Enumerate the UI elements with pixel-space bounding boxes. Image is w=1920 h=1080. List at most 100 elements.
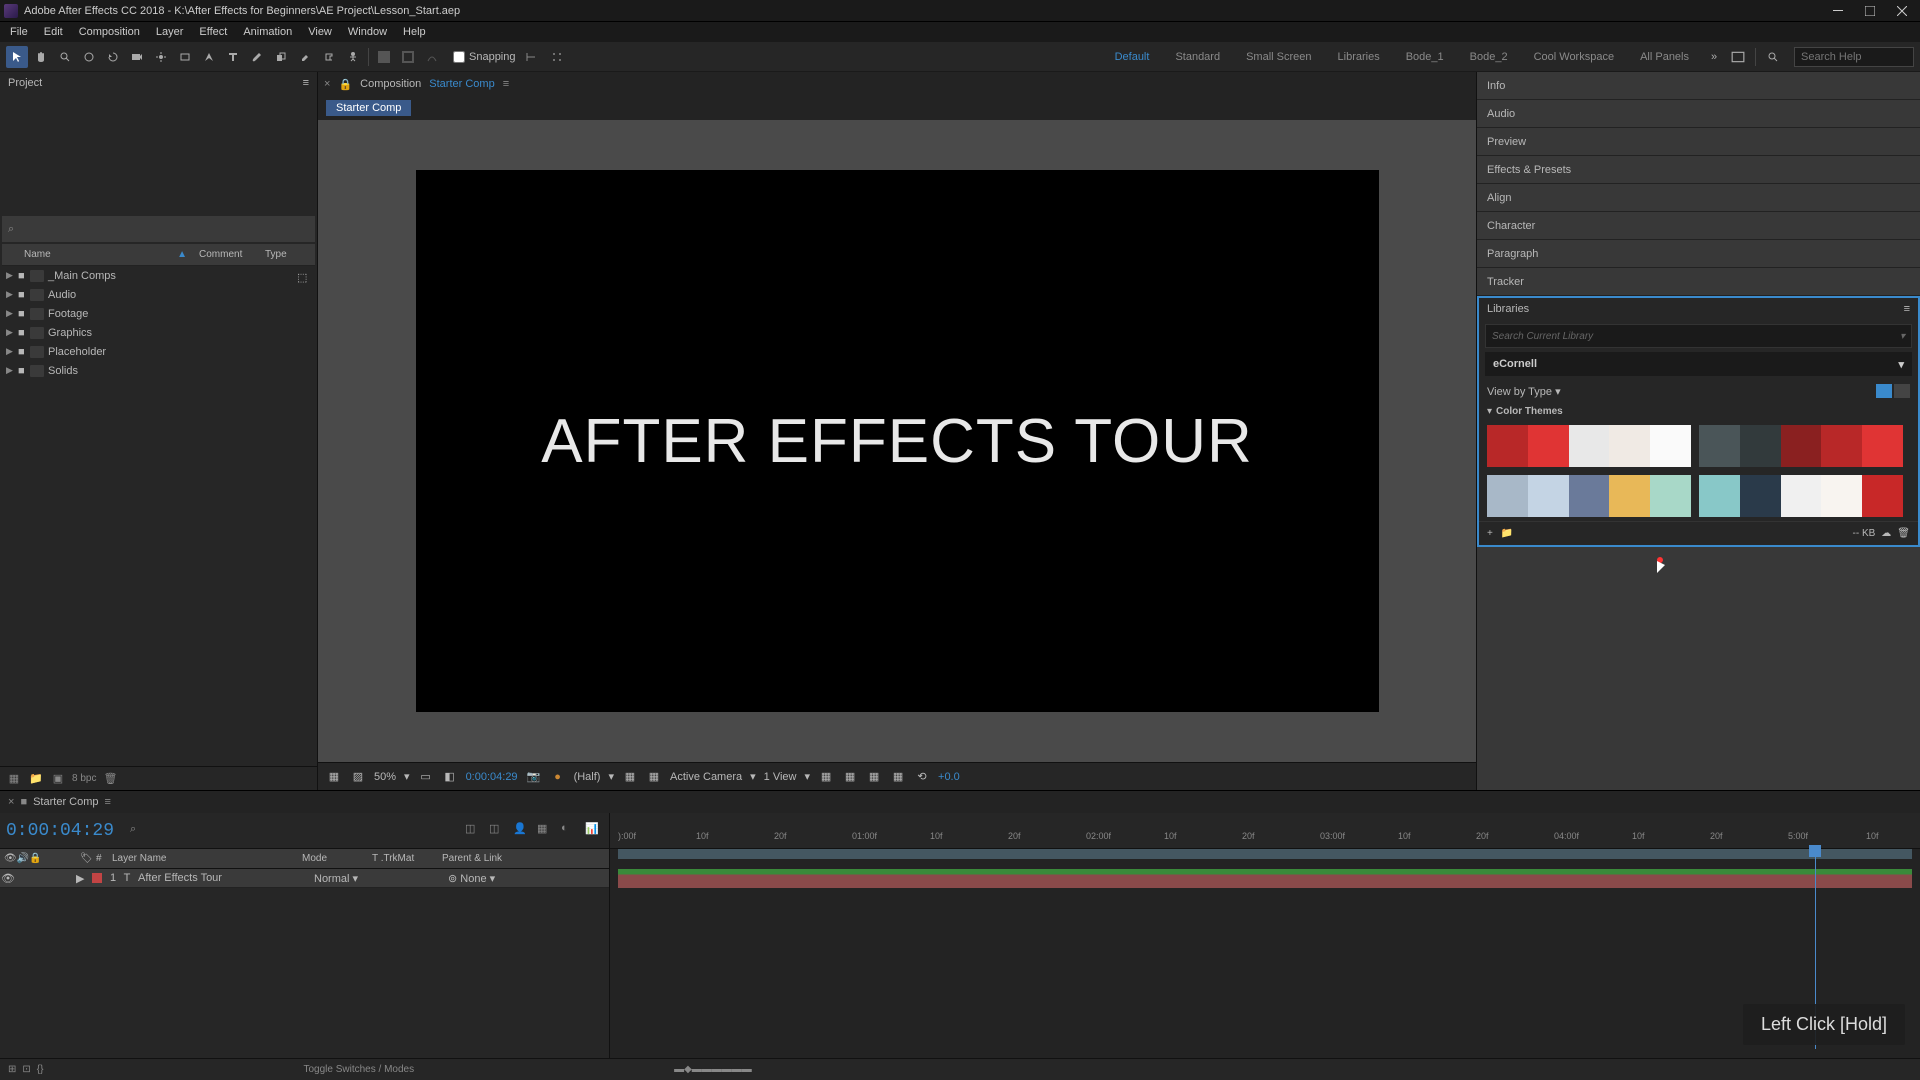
new-comp-icon[interactable]: ▣ [50,771,66,787]
always-preview-icon[interactable]: ▦ [326,769,342,785]
workspace-standard[interactable]: Standard [1163,47,1232,67]
channel-icon[interactable]: ● [550,769,566,785]
shy-icon[interactable]: 👤 [513,822,531,840]
panel-tracker[interactable]: Tracker [1477,268,1920,296]
panel-menu-icon[interactable]: ≡ [303,77,309,89]
flowchart-tab[interactable]: Starter Comp [326,100,411,116]
menu-layer[interactable]: Layer [148,24,192,40]
selection-tool[interactable] [6,46,28,68]
snapping-checkbox[interactable] [453,51,465,63]
shape-fill-icon[interactable] [373,46,395,68]
snap-point-icon[interactable] [546,46,568,68]
close-button[interactable] [1888,1,1916,21]
zoom-dropdown-icon[interactable]: ▾ [404,770,410,783]
lock-icon[interactable]: ■ [20,796,27,808]
expand-icon[interactable]: ⊡ [22,1064,30,1075]
th-trkmat[interactable]: T .TrkMat [368,853,438,864]
av-toggle-icons[interactable]: 👁🔊🔒 [4,853,42,864]
close-tab-icon[interactable]: × [8,796,14,808]
panel-preview[interactable]: Preview [1477,128,1920,156]
search-icon[interactable]: ⌕ [130,823,146,839]
layer-color-label[interactable] [92,873,102,883]
zoom-tool[interactable] [54,46,76,68]
workspace Libraries[interactable]: Libraries [1326,47,1392,67]
view-count[interactable]: 1 View [764,771,797,783]
snap-edge-icon[interactable] [520,46,542,68]
collapse-icon[interactable]: ▾ [1487,406,1492,417]
menu-animation[interactable]: Animation [235,24,300,40]
pan-behind-tool[interactable] [150,46,172,68]
zoom-slider[interactable]: ▬◆▬▬▬▬▬▬ [674,1064,752,1075]
camera-dropdown-icon[interactable]: ▾ [750,770,756,783]
brush-tool[interactable] [246,46,268,68]
flowchart-icon[interactable]: ▦ [890,769,906,785]
add-content-icon[interactable]: + [1487,528,1493,539]
project-col-comment[interactable]: Comment [193,249,259,260]
th-mode[interactable]: Mode [298,853,368,864]
search-icon[interactable]: ⌕ [8,223,14,236]
list-view-icon[interactable] [1894,384,1910,398]
timeline-icon[interactable]: ▦ [866,769,882,785]
shape-bezier-icon[interactable] [421,46,443,68]
visibility-toggle[interactable]: 👁 [0,872,16,885]
project-item[interactable]: ▶■Graphics [0,323,317,342]
draft3d-icon[interactable]: ◫ [489,822,507,840]
library-selector[interactable]: eCornell ▾ [1485,352,1912,376]
tab-menu-icon[interactable]: ≡ [105,796,111,808]
menu-effect[interactable]: Effect [191,24,235,40]
view-dropdown-icon[interactable]: ▾ [804,770,810,783]
menu-window[interactable]: Window [340,24,395,40]
project-col-name[interactable]: Name ▲ [18,249,193,260]
swatch-icon[interactable]: ⬚ [297,271,307,281]
close-tab-icon[interactable]: × [324,78,330,90]
layer-duration-bar[interactable] [618,869,1912,888]
roto-tool[interactable] [318,46,340,68]
frameblend-icon[interactable]: ▦ [537,822,555,840]
timeline-tab[interactable]: Starter Comp [33,796,98,808]
pen-tool[interactable] [198,46,220,68]
delete-icon[interactable]: 🗑 [1897,528,1910,539]
resolution-label[interactable]: (Half) [574,771,601,783]
panel-audio[interactable]: Audio [1477,100,1920,128]
new-folder-icon[interactable]: 📁 [28,771,44,787]
tab-menu-icon[interactable]: ≡ [503,78,509,90]
panel-character[interactable]: Character [1477,212,1920,240]
layer-mode[interactable]: Normal ▾ [314,872,384,885]
delete-icon[interactable]: 🗑 [102,771,118,787]
composition-name[interactable]: Starter Comp [429,78,494,90]
th-layer-name[interactable]: Layer Name [108,853,298,864]
timeline-ruler[interactable]: ):00f10f20f01:00f10f20f02:00f10f20f03:00… [610,813,1920,849]
project-item[interactable]: ▶■Placeholder [0,342,317,361]
composition-canvas[interactable]: AFTER EFFECTS TOUR [416,170,1379,712]
fastdraft-icon[interactable]: ▦ [622,769,638,785]
exposure-value[interactable]: +0.0 [938,771,960,783]
menu-view[interactable]: View [300,24,340,40]
workspace-smallscreen[interactable]: Small Screen [1234,47,1323,67]
menu-edit[interactable]: Edit [36,24,71,40]
workspace-overflow-icon[interactable]: » [1703,46,1725,68]
project-bpc[interactable]: 8 bpc [72,773,96,784]
lock-icon[interactable]: 🔒 [338,78,352,91]
clone-tool[interactable] [270,46,292,68]
comp-mini-flowchart-icon[interactable]: ◫ [465,822,483,840]
panel-align[interactable]: Align [1477,184,1920,212]
search-help-input[interactable] [1794,47,1914,67]
zoom-level[interactable]: 50% [374,771,396,783]
project-item[interactable]: ▶■_Main Comps⬚ [0,266,317,285]
library-search-input[interactable]: Search Current Library ▾ [1485,324,1912,348]
workspace-allpanels[interactable]: All Panels [1628,47,1701,67]
project-col-type[interactable]: Type [259,249,315,260]
workspace-bode2[interactable]: Bode_2 [1458,47,1520,67]
puppet-tool[interactable] [342,46,364,68]
shape-stroke-icon[interactable] [397,46,419,68]
orbit-tool[interactable] [78,46,100,68]
motionblur-icon[interactable]: ◐ [561,822,579,840]
graph-editor-icon[interactable]: 📊 [585,822,603,840]
snapshot-icon[interactable]: 📷 [526,769,542,785]
transparency-grid-icon[interactable]: ▨ [350,769,366,785]
pixel-aspect-icon[interactable]: ▦ [818,769,834,785]
exposure-reset-icon[interactable]: ⟲ [914,769,930,785]
fastpreview-icon[interactable]: ▦ [842,769,858,785]
panel-info[interactable]: Info [1477,72,1920,100]
grid-view-icon[interactable] [1876,384,1892,398]
